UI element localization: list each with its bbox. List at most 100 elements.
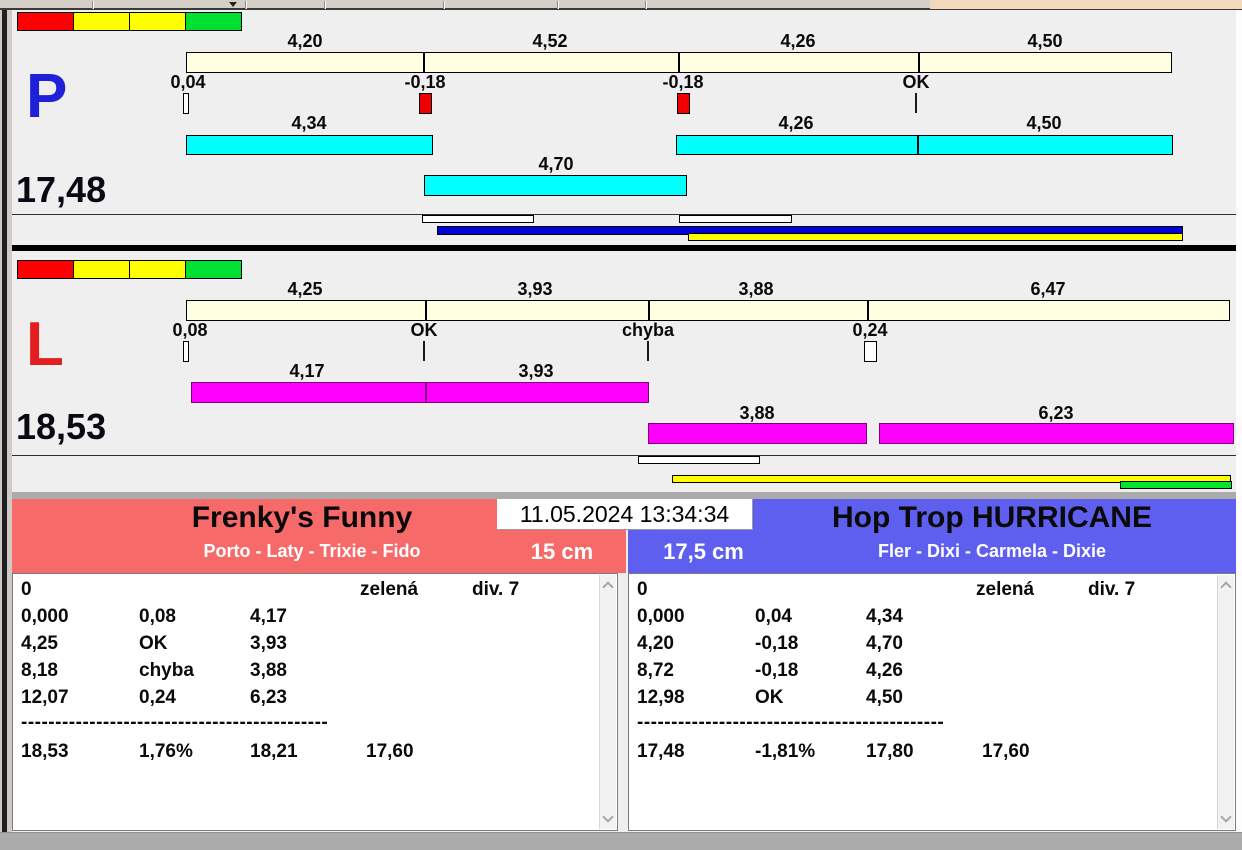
run-bar-dog3-dog4 — [676, 135, 1173, 155]
cell-time: 4,26 — [866, 660, 903, 681]
results-totals-row: 18,53 1,76% 18,21 17,60 — [13, 741, 597, 767]
cell-reference-time: 18,21 — [250, 741, 298, 762]
light-yellow-1 — [73, 260, 130, 279]
scroll-down-icon[interactable] — [1220, 811, 1232, 823]
results-row: 8,72 -0,18 4,26 — [629, 660, 1215, 686]
toolbar-divider — [557, 1, 559, 9]
cell-time: 3,93 — [250, 633, 287, 654]
run-bar-dog1-dog2 — [191, 382, 649, 403]
change-label: -0,18 — [662, 72, 704, 92]
cell-change: 0,24 — [139, 687, 176, 708]
results-row: 4,20 -0,18 4,70 — [629, 633, 1215, 659]
light-red — [17, 12, 74, 31]
lane-l-panel: L 18,53 4,25 3,93 3,88 6,47 0,08 OK chyb… — [12, 251, 1236, 492]
cell-split: 12,07 — [21, 687, 69, 708]
split-label: 3,93 — [517, 279, 553, 299]
progress-green-bar — [1120, 481, 1232, 489]
cell-change: 0,08 — [139, 606, 176, 627]
late-change-marker — [864, 341, 877, 362]
light-green — [185, 12, 242, 31]
cell-split: 8,72 — [637, 660, 674, 681]
window-left-border — [0, 10, 12, 832]
scroll-up-icon[interactable] — [602, 581, 614, 593]
split-label: 4,52 — [532, 31, 568, 51]
lane-p-total-time: 17,48 — [16, 169, 107, 210]
rerun-label: 4,70 — [538, 154, 574, 174]
cell-division: div. 7 — [472, 579, 520, 600]
cell-record-time: 17,60 — [366, 741, 414, 762]
start-lights-p — [17, 12, 242, 31]
window-right-border — [1236, 10, 1242, 832]
toolbar-divider — [645, 1, 647, 9]
results-textarea-left[interactable]: 0 zelená div. 7 0,000 0,08 4,17 4,25 OK … — [12, 573, 618, 831]
results-row: 0,000 0,08 4,17 — [13, 606, 597, 632]
change-label: 0,24 — [852, 320, 888, 340]
progress-yellow-bar — [688, 233, 1183, 241]
results-row: 12,98 OK 4,50 — [629, 687, 1215, 713]
lane-p-letter: P — [26, 62, 68, 131]
toolbar-divider — [92, 1, 94, 9]
lane-p-baseline — [12, 214, 1236, 215]
team-right-jump-height: 17,5 cm — [663, 539, 744, 564]
run-label: 4,50 — [1026, 113, 1062, 133]
scrollbar[interactable] — [1217, 575, 1234, 829]
ok-change-marker — [423, 341, 425, 361]
cell-light: zelená — [976, 579, 1035, 600]
split-scale-bar — [186, 52, 1172, 73]
cell-split: 0,000 — [637, 606, 685, 627]
cell-total-time: 17,48 — [637, 741, 685, 762]
cell-split: 4,25 — [21, 633, 58, 654]
run-bar-dog1 — [186, 135, 433, 155]
cell-change: 0,04 — [755, 606, 792, 627]
dropdown-arrow-icon — [229, 2, 237, 7]
window-bottom-bar — [0, 832, 1242, 850]
change-label: chyba — [621, 320, 675, 340]
rerun-label: 3,88 — [739, 403, 775, 423]
lane-p-panel: P 17,48 4,20 4,52 4,26 4,50 0,04 -0,18 -… — [12, 11, 1236, 245]
results-row: 4,25 OK 3,93 — [13, 633, 597, 659]
progress-white-bar — [422, 215, 534, 223]
team-left-jump-height: 15 cm — [530, 539, 594, 564]
cell-time: 4,70 — [866, 633, 903, 654]
run-bar-dog3 — [648, 423, 867, 444]
datetime-display: 11.05.2024 13:34:34 — [497, 499, 753, 530]
scrollbar[interactable] — [599, 575, 616, 829]
cell-change: OK — [755, 687, 784, 708]
rerun-label: 6,23 — [1038, 403, 1074, 423]
results-totals-row: 17,48 -1,81% 17,80 17,60 — [629, 741, 1215, 767]
split-scale-bar — [186, 300, 1230, 321]
split-label: 6,47 — [1030, 279, 1066, 299]
results-textarea-right[interactable]: 0 zelená div. 7 0,000 0,04 4,34 4,20 -0,… — [628, 573, 1236, 831]
cell-percent-diff: 1,76% — [139, 741, 193, 762]
results-dash-separator: ----------------------------------------… — [637, 712, 945, 733]
change-label: 0,08 — [172, 320, 208, 340]
early-change-marker — [419, 93, 432, 114]
toolbar-peach-area — [930, 0, 1242, 9]
light-yellow-2 — [129, 12, 186, 31]
team-right-dogs: Fler - Dixi - Carmela - Dixie — [877, 541, 1107, 561]
toolbar-divider — [443, 1, 445, 9]
light-red — [17, 260, 74, 279]
progress-white-bar — [679, 215, 792, 223]
cell-split: 0,000 — [21, 606, 69, 627]
scroll-up-icon[interactable] — [1220, 581, 1232, 593]
cell-change: OK — [139, 633, 168, 654]
cell-start: 0 — [21, 579, 32, 600]
cell-record-time: 17,60 — [982, 741, 1030, 762]
cell-split: 4,20 — [637, 633, 674, 654]
results-head-row: 0 zelená div. 7 — [13, 579, 597, 605]
cell-total-time: 18,53 — [21, 741, 69, 762]
results-dash-separator: ----------------------------------------… — [21, 712, 329, 733]
change-label: 0,04 — [170, 72, 206, 92]
cell-time: 4,34 — [866, 606, 903, 627]
start-marker — [183, 341, 189, 362]
early-change-marker — [677, 93, 690, 114]
ok-change-marker — [915, 93, 917, 113]
scroll-down-icon[interactable] — [602, 811, 614, 823]
split-label: 4,50 — [1027, 31, 1063, 51]
light-yellow-2 — [129, 260, 186, 279]
results-row: 0,000 0,04 4,34 — [629, 606, 1215, 632]
cell-time: 4,17 — [250, 606, 287, 627]
light-green — [185, 260, 242, 279]
cell-division: div. 7 — [1088, 579, 1136, 600]
